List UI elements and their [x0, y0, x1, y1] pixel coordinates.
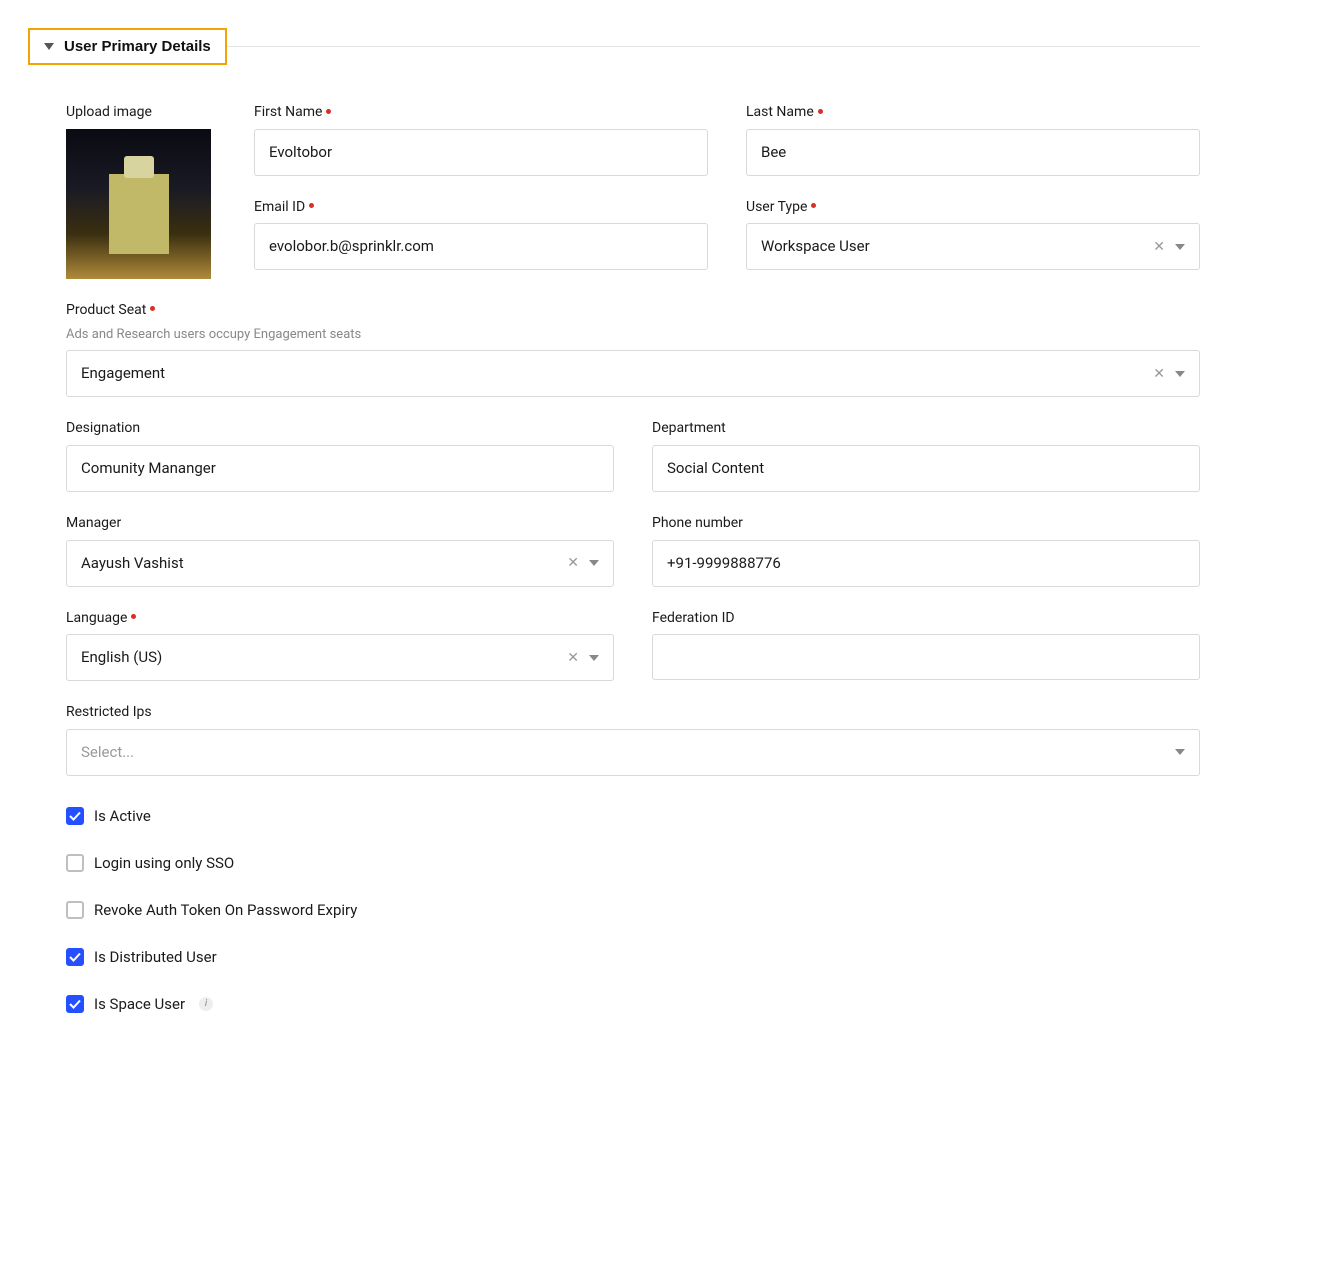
- revoke-token-label: Revoke Auth Token On Password Expiry: [94, 900, 357, 921]
- restricted-ips-select[interactable]: Select...: [66, 729, 1200, 776]
- product-seat-hint: Ads and Research users occupy Engagement…: [66, 326, 1200, 344]
- designation-input[interactable]: Comunity Mananger: [66, 445, 614, 492]
- last-name-label: Last Name: [746, 103, 1200, 123]
- clear-icon[interactable]: ✕: [1153, 367, 1165, 381]
- required-dot: [326, 109, 331, 114]
- language-label: Language: [66, 609, 614, 629]
- upload-image-label: Upload image: [66, 103, 216, 123]
- login-sso-label: Login using only SSO: [94, 853, 234, 874]
- language-select[interactable]: English (US) ✕: [66, 634, 614, 681]
- department-label: Department: [652, 419, 1200, 439]
- language-value: English (US): [81, 647, 567, 668]
- info-icon[interactable]: i: [199, 997, 213, 1011]
- user-type-value: Workspace User: [761, 236, 1153, 257]
- product-seat-select[interactable]: Engagement ✕: [66, 350, 1200, 397]
- chevron-down-icon: [589, 560, 599, 566]
- required-dot: [150, 306, 155, 311]
- avatar-image: [109, 174, 169, 254]
- chevron-down-icon: [1175, 371, 1185, 377]
- is-active-label: Is Active: [94, 806, 151, 827]
- designation-value: Comunity Mananger: [81, 458, 216, 479]
- clear-icon[interactable]: ✕: [1153, 240, 1165, 254]
- manager-value: Aayush Vashist: [81, 553, 567, 574]
- required-dot: [309, 203, 314, 208]
- upload-image-preview[interactable]: [66, 129, 211, 279]
- is-space-checkbox[interactable]: [66, 995, 84, 1013]
- federation-input[interactable]: [652, 634, 1200, 680]
- revoke-token-checkbox[interactable]: [66, 901, 84, 919]
- product-seat-value: Engagement: [81, 363, 1153, 384]
- is-distributed-checkbox[interactable]: [66, 948, 84, 966]
- manager-label: Manager: [66, 514, 614, 534]
- is-distributed-label: Is Distributed User: [94, 947, 217, 968]
- first-name-value: Evoltobor: [269, 142, 332, 163]
- manager-select[interactable]: Aayush Vashist ✕: [66, 540, 614, 587]
- email-label: Email ID: [254, 198, 708, 218]
- phone-input[interactable]: +91-9999888776: [652, 540, 1200, 587]
- email-input[interactable]: evolobor.b@sprinklr.com: [254, 223, 708, 270]
- login-sso-checkbox[interactable]: [66, 854, 84, 872]
- section-divider: [227, 46, 1200, 47]
- first-name-input[interactable]: Evoltobor: [254, 129, 708, 176]
- required-dot: [811, 203, 816, 208]
- checkmark-icon: [69, 998, 81, 1010]
- department-value: Social Content: [667, 458, 764, 479]
- restricted-ips-label: Restricted Ips: [66, 703, 1200, 723]
- clear-icon[interactable]: ✕: [567, 556, 579, 570]
- user-type-select[interactable]: Workspace User ✕: [746, 223, 1200, 270]
- chevron-down-icon: [589, 655, 599, 661]
- is-active-checkbox[interactable]: [66, 807, 84, 825]
- section-title: User Primary Details: [64, 38, 211, 55]
- last-name-value: Bee: [761, 142, 786, 163]
- required-dot: [818, 109, 823, 114]
- federation-label: Federation ID: [652, 609, 1200, 629]
- first-name-label: First Name: [254, 103, 708, 123]
- phone-value: +91-9999888776: [667, 553, 781, 574]
- checkmark-icon: [69, 951, 81, 963]
- checkmark-icon: [69, 810, 81, 822]
- user-type-label: User Type: [746, 198, 1200, 218]
- section-toggle[interactable]: User Primary Details: [28, 28, 227, 65]
- department-input[interactable]: Social Content: [652, 445, 1200, 492]
- required-dot: [131, 614, 136, 619]
- is-space-label: Is Space User: [94, 994, 185, 1015]
- product-seat-label: Product Seat: [66, 301, 1200, 321]
- clear-icon[interactable]: ✕: [567, 651, 579, 665]
- designation-label: Designation: [66, 419, 614, 439]
- last-name-input[interactable]: Bee: [746, 129, 1200, 176]
- chevron-down-icon: [44, 43, 54, 50]
- chevron-down-icon: [1175, 244, 1185, 250]
- phone-label: Phone number: [652, 514, 1200, 534]
- email-value: evolobor.b@sprinklr.com: [269, 236, 434, 257]
- chevron-down-icon: [1175, 749, 1185, 755]
- restricted-ips-placeholder: Select...: [81, 742, 1175, 763]
